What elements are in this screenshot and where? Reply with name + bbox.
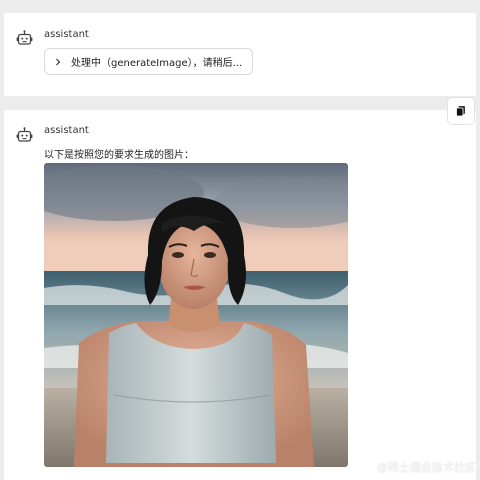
- tool-call-label: 处理中（generateImage），请稍后...: [71, 58, 243, 69]
- assistant-message-1: assistant 处理中（generateImage），请稍后...: [4, 13, 476, 96]
- message-text: 以下是按照您的要求生成的图片：: [44, 150, 194, 161]
- generated-image[interactable]: [44, 163, 348, 467]
- bot-avatar-icon: [16, 127, 33, 142]
- role-label: assistant: [44, 125, 89, 136]
- tool-call-toggle[interactable]: 处理中（generateImage），请稍后...: [44, 48, 254, 75]
- bot-avatar-icon: [16, 30, 33, 45]
- copy-button[interactable]: [447, 97, 475, 125]
- chevron-right-icon: [56, 58, 61, 65]
- chat-page: assistant 处理中（generateImage），请稍后... assi…: [0, 0, 480, 480]
- assistant-message-2: assistant 以下是按照您的要求生成的图片：: [4, 110, 476, 480]
- copy-icon: [456, 106, 465, 117]
- role-label: assistant: [44, 29, 89, 40]
- watermark: @稀土掘金技术社区: [377, 461, 476, 474]
